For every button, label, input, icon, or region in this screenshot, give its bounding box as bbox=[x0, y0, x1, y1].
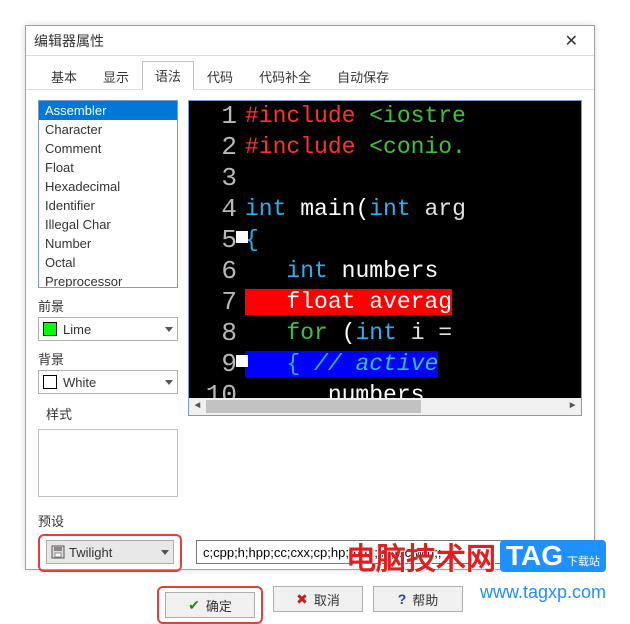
background-value: White bbox=[63, 375, 96, 390]
tab-completion[interactable]: 代码补全 bbox=[246, 62, 324, 90]
foreground-label: 前景 bbox=[38, 296, 178, 315]
fold-marker-icon[interactable] bbox=[236, 355, 248, 367]
extensions-input[interactable] bbox=[196, 540, 582, 564]
preset-label: 预设 bbox=[38, 511, 582, 530]
right-column: 1 2 3 4 5 6 7 8 9 10 #include <iostre#in… bbox=[188, 100, 582, 497]
tab-code[interactable]: 代码 bbox=[194, 62, 246, 90]
element-type-list[interactable]: Assembler Character Comment Float Hexade… bbox=[38, 100, 178, 288]
line-number-gutter: 1 2 3 4 5 6 7 8 9 10 bbox=[189, 101, 245, 415]
color-swatch-icon bbox=[43, 375, 57, 389]
button-row: ✔ 确定 ✖ 取消 ? 帮助 bbox=[38, 586, 582, 624]
color-swatch-icon bbox=[43, 322, 57, 336]
style-label: 样式 bbox=[46, 404, 178, 423]
preset-select[interactable]: Twilight bbox=[46, 540, 174, 564]
list-item[interactable]: Octal bbox=[39, 253, 177, 272]
left-column: Assembler Character Comment Float Hexade… bbox=[38, 100, 178, 497]
titlebar: 编辑器属性 ✕ bbox=[26, 26, 594, 56]
preset-highlight-box: Twilight bbox=[38, 534, 182, 572]
list-item[interactable]: Comment bbox=[39, 139, 177, 158]
chevron-down-icon bbox=[165, 327, 173, 332]
foreground-select[interactable]: Lime bbox=[38, 317, 178, 341]
ok-highlight-box: ✔ 确定 bbox=[157, 586, 263, 624]
list-item[interactable]: Identifier bbox=[39, 196, 177, 215]
tab-basic[interactable]: 基本 bbox=[38, 62, 90, 90]
list-item[interactable]: Preprocessor bbox=[39, 272, 177, 288]
scroll-right-icon[interactable]: ► bbox=[564, 398, 581, 415]
close-icon[interactable]: ✕ bbox=[557, 29, 586, 53]
list-item[interactable]: Character bbox=[39, 120, 177, 139]
check-icon: ✔ bbox=[188, 597, 200, 614]
floppy-icon bbox=[51, 545, 65, 559]
scrollbar-thumb[interactable] bbox=[206, 400, 421, 413]
chevron-down-icon bbox=[165, 380, 173, 385]
window-title: 编辑器属性 bbox=[34, 31, 104, 51]
fold-marker-icon[interactable] bbox=[236, 231, 248, 243]
content-pane: Assembler Character Comment Float Hexade… bbox=[26, 90, 594, 497]
list-item[interactable]: Assembler bbox=[39, 101, 177, 120]
x-icon: ✖ bbox=[296, 591, 308, 608]
background-select[interactable]: White bbox=[38, 370, 178, 394]
horizontal-scrollbar[interactable]: ◄ ► bbox=[189, 398, 581, 415]
style-listbox[interactable] bbox=[38, 429, 178, 497]
list-item[interactable]: Float bbox=[39, 158, 177, 177]
tab-syntax[interactable]: 语法 bbox=[142, 61, 194, 90]
ok-button[interactable]: ✔ 确定 bbox=[165, 592, 255, 618]
dialog-window: 编辑器属性 ✕ 基本 显示 语法 代码 代码补全 自动保存 Assembler … bbox=[25, 25, 595, 570]
tab-row: 基本 显示 语法 代码 代码补全 自动保存 bbox=[26, 62, 594, 90]
bottom-area: 预设 Twilight ✔ 确定 bbox=[26, 497, 594, 624]
foreground-value: Lime bbox=[63, 322, 91, 337]
tab-display[interactable]: 显示 bbox=[90, 62, 142, 90]
help-button[interactable]: ? 帮助 bbox=[373, 586, 463, 612]
code-editor-body: #include <iostre#include <conio. int mai… bbox=[245, 101, 581, 415]
background-label: 背景 bbox=[38, 349, 178, 368]
list-item[interactable]: Illegal Char bbox=[39, 215, 177, 234]
tab-autosave[interactable]: 自动保存 bbox=[324, 62, 402, 90]
scroll-left-icon[interactable]: ◄ bbox=[189, 398, 206, 415]
cancel-button[interactable]: ✖ 取消 bbox=[273, 586, 363, 612]
preset-row: Twilight bbox=[38, 532, 582, 570]
chevron-down-icon bbox=[161, 550, 169, 555]
list-item[interactable]: Number bbox=[39, 234, 177, 253]
code-preview: 1 2 3 4 5 6 7 8 9 10 #include <iostre#in… bbox=[188, 100, 582, 416]
preset-value: Twilight bbox=[69, 545, 112, 560]
question-icon: ? bbox=[398, 591, 407, 607]
list-item[interactable]: Hexadecimal bbox=[39, 177, 177, 196]
